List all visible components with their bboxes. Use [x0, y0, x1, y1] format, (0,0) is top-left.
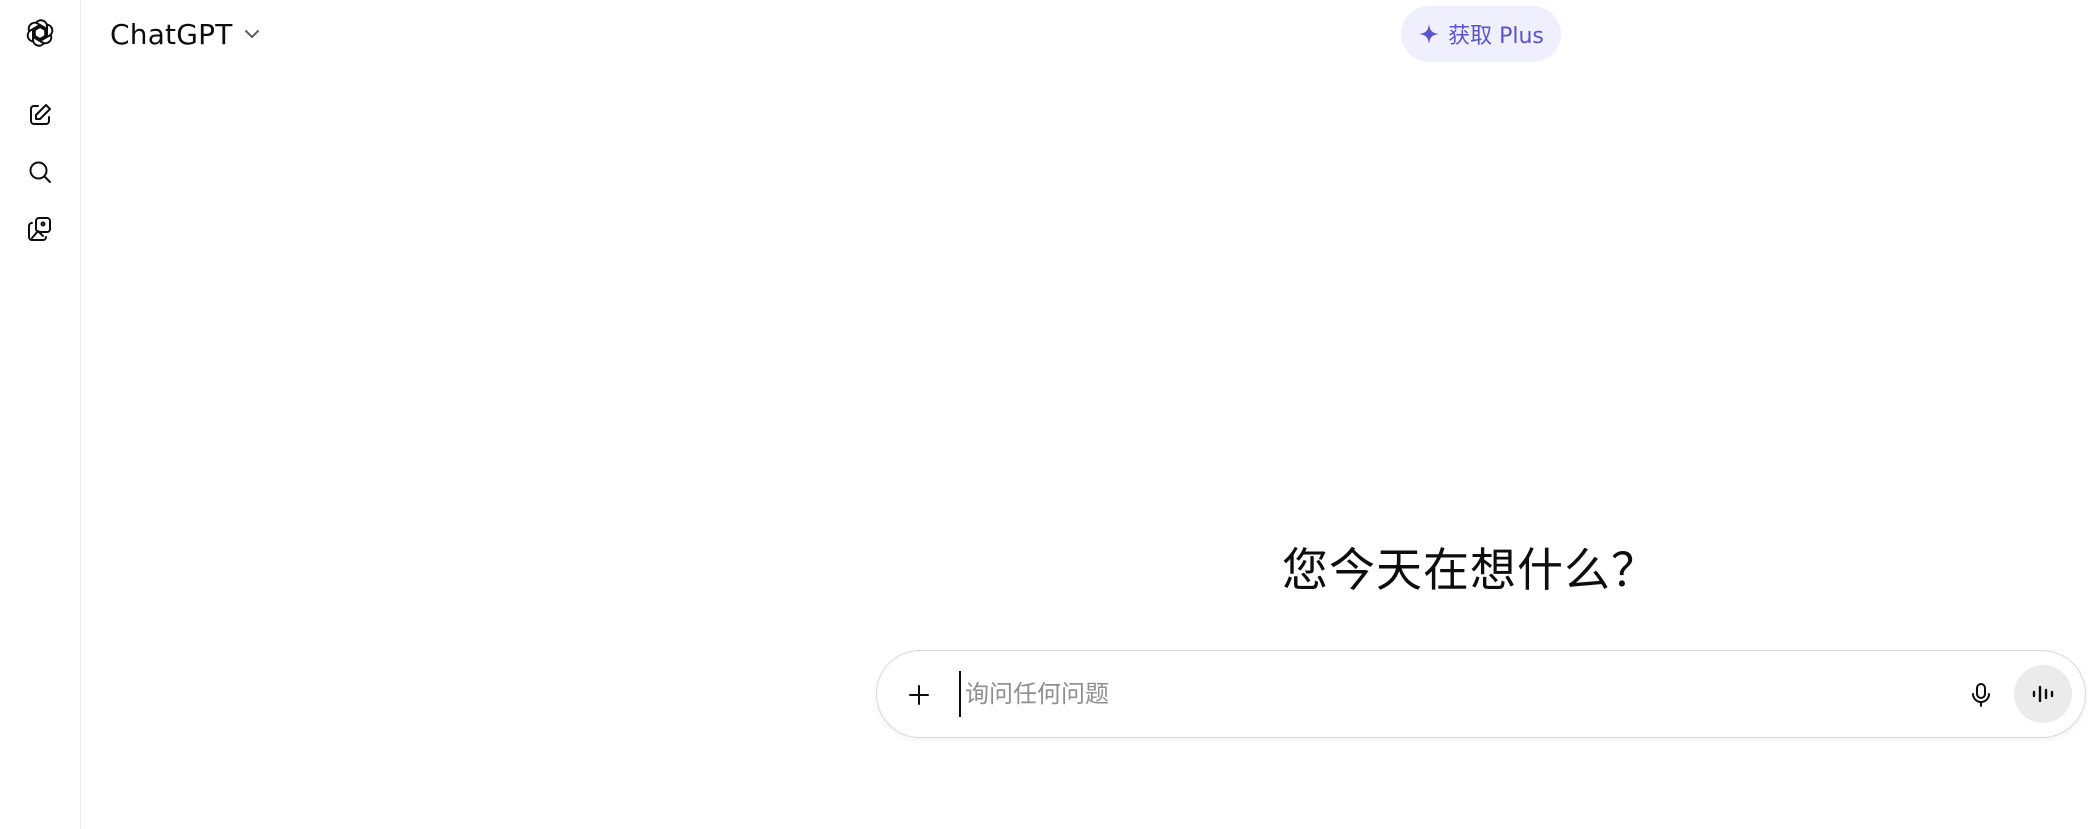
sidebar-rail: [0, 0, 81, 829]
voice-mode-button[interactable]: [2014, 665, 2072, 723]
model-selector[interactable]: ChatGPT: [100, 13, 271, 55]
openai-logo-button[interactable]: [20, 13, 60, 53]
microphone-icon: [1972, 683, 1990, 707]
new-chat-icon: [30, 104, 51, 125]
model-name: ChatGPT: [110, 17, 233, 51]
prompt-input[interactable]: [959, 671, 1865, 717]
new-chat-button[interactable]: [20, 95, 60, 135]
search-button[interactable]: [20, 152, 60, 192]
plus-icon: [909, 685, 929, 705]
get-plus-button[interactable]: 获取 Plus: [1401, 6, 1561, 62]
library-icon: [28, 217, 51, 241]
dictate-button[interactable]: [1959, 673, 2003, 717]
library-button[interactable]: [20, 209, 60, 249]
greeting-heading: 您今天在想什么？: [1282, 543, 1658, 597]
attach-button[interactable]: [897, 673, 941, 717]
chevron-down-icon: [244, 30, 259, 38]
get-plus-label: 获取 Plus: [1448, 24, 1544, 49]
openai-logo-icon: [26, 19, 54, 47]
prompt-composer: [876, 650, 2086, 738]
sparkle-icon: [1419, 24, 1440, 44]
chatgpt-app: ChatGPT 获取 Plus 您今天在想什么？: [0, 0, 2098, 829]
voice-waveform-icon: [2032, 685, 2054, 703]
search-icon: [29, 161, 51, 183]
